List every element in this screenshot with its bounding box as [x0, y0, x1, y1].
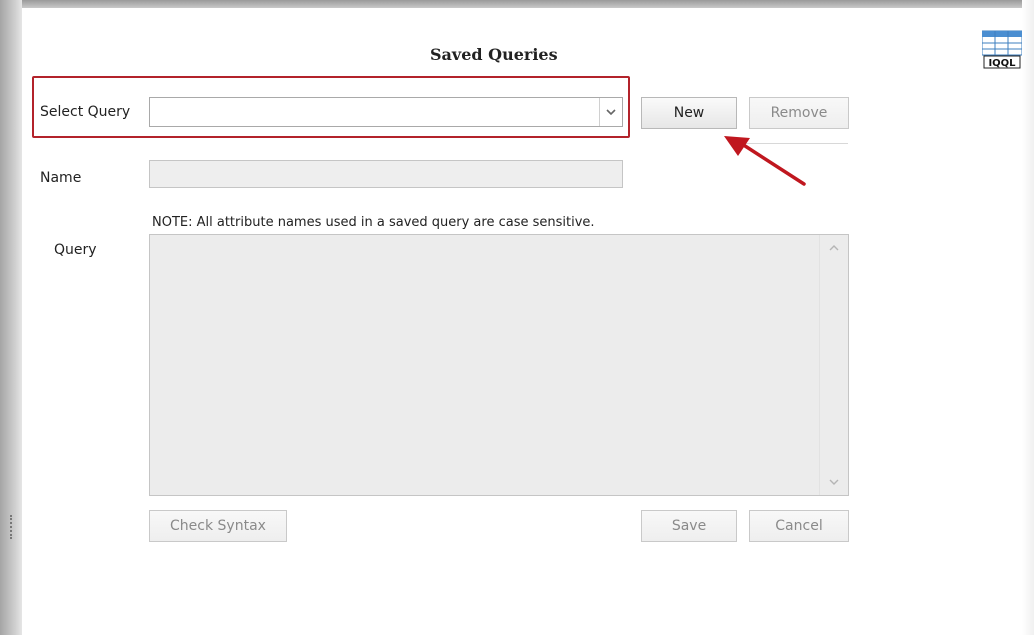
- save-button[interactable]: Save: [641, 510, 737, 542]
- scroll-down-icon[interactable]: [828, 475, 840, 489]
- cancel-button[interactable]: Cancel: [749, 510, 849, 542]
- arrow-annotation-icon: [720, 134, 810, 190]
- resize-grip[interactable]: [10, 515, 14, 539]
- iqql-table-icon[interactable]: IQQL: [981, 30, 1023, 70]
- query-scrollbar[interactable]: [819, 235, 848, 495]
- window-frame-right: [1022, 0, 1034, 635]
- dialog-title: Saved Queries: [430, 45, 558, 64]
- window-frame-left: [0, 0, 22, 635]
- check-syntax-button[interactable]: Check Syntax: [149, 510, 287, 542]
- remove-button[interactable]: Remove: [749, 97, 849, 129]
- case-sensitive-note: NOTE: All attribute names used in a save…: [152, 215, 595, 230]
- query-label: Query: [54, 242, 97, 258]
- name-field[interactable]: [149, 160, 623, 188]
- scroll-up-icon[interactable]: [828, 241, 840, 255]
- window-frame-top: [0, 0, 1034, 8]
- iqql-icon-text: IQQL: [988, 58, 1016, 69]
- name-label: Name: [40, 170, 82, 186]
- select-query-highlight: [32, 76, 630, 138]
- query-textarea[interactable]: [149, 234, 849, 496]
- new-button[interactable]: New: [641, 97, 737, 129]
